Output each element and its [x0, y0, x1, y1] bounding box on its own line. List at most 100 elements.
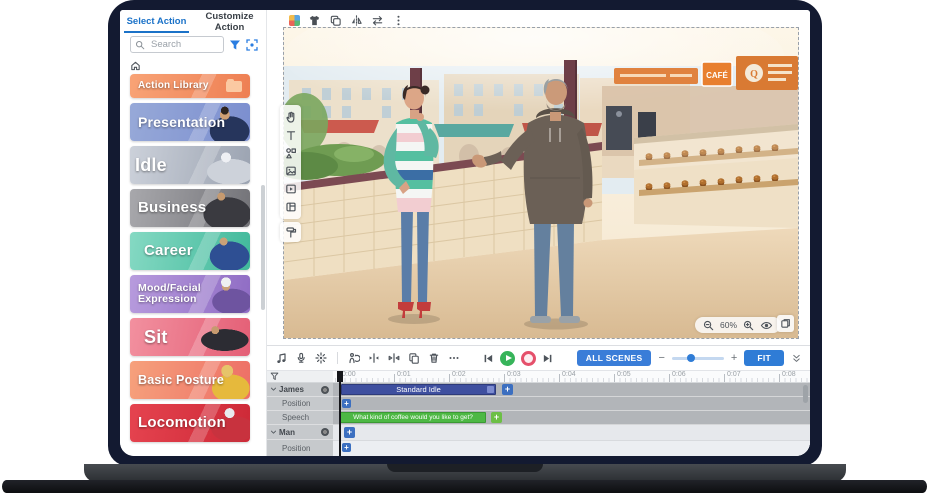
tab-select-action[interactable]: Select Action	[120, 10, 193, 33]
search-row	[120, 33, 266, 55]
track-filter-icon[interactable]	[270, 372, 279, 381]
skip-end-icon[interactable]	[542, 353, 553, 364]
playhead-handle[interactable]	[337, 371, 343, 382]
search-field[interactable]	[149, 38, 219, 51]
add-position-key-button[interactable]: +	[342, 399, 351, 408]
layout-panels-icon[interactable]	[777, 315, 794, 332]
paint-roller-icon[interactable]	[285, 226, 297, 238]
duplicate-icon[interactable]	[329, 14, 342, 27]
ruler-label: 0:03	[507, 371, 521, 378]
timeline-toolbar: ALL SCENES − + FIT	[267, 346, 810, 371]
ruler-label: 0:06	[672, 371, 686, 378]
add-position2-key-button[interactable]: +	[342, 443, 351, 452]
category-label: Action Library	[130, 81, 209, 91]
track-row-james[interactable]: James	[267, 383, 333, 397]
category-sit[interactable]: Sit	[130, 318, 250, 356]
timeline-zoom-out[interactable]: −	[658, 353, 664, 364]
category-presentation[interactable]: Presentation	[130, 103, 250, 141]
timeline-zoom-slider[interactable]	[672, 357, 724, 360]
slider-thumb[interactable]	[687, 354, 695, 362]
home-icon[interactable]	[130, 60, 141, 71]
category-mood-facial-expression[interactable]: Mood/Facial Expression	[130, 275, 250, 313]
outfit-shirt-icon[interactable]	[308, 14, 321, 27]
effect-sparkle-icon[interactable]	[315, 352, 327, 364]
trim-in-icon[interactable]	[368, 352, 380, 364]
clip-label: Standard Idle	[396, 385, 441, 394]
tab-customize-action[interactable]: Customize Action	[193, 10, 266, 33]
zoom-in-icon[interactable]	[743, 320, 754, 331]
timeline-body: James Position Speech Man	[267, 371, 810, 456]
category-idle[interactable]: Idle	[130, 146, 250, 184]
cafe-logo-letter: Q	[750, 69, 758, 80]
sidebar-scrollbar[interactable]	[261, 185, 265, 310]
search-icon	[135, 40, 145, 50]
skip-start-icon[interactable]	[483, 353, 494, 364]
more-horizontal-icon[interactable]	[448, 352, 460, 364]
category-career[interactable]: Career	[130, 232, 250, 270]
timeline-scrollbar[interactable]	[803, 385, 808, 403]
fit-view-icon[interactable]	[246, 39, 258, 51]
chevron-down-icon[interactable]	[270, 386, 277, 393]
add-action-clip-button[interactable]: +	[502, 384, 513, 395]
prop-panel-icon[interactable]	[285, 201, 297, 213]
delete-clip-icon[interactable]	[428, 352, 440, 364]
viewport-panel: CAFÉ Q	[267, 10, 810, 456]
search-input[interactable]	[130, 36, 224, 53]
fit-button[interactable]: FIT	[744, 350, 784, 366]
track-lanes[interactable]: 0:00 0:01 0:02 0:03 0:04 0:05 0:06 0:07 …	[333, 371, 810, 456]
scene-canvas[interactable]: CAFÉ Q	[283, 27, 799, 339]
timeline-ruler[interactable]: 0:00 0:01 0:02 0:03 0:04 0:05 0:06 0:07 …	[333, 371, 810, 383]
visibility-eye-icon[interactable]	[760, 320, 773, 331]
motion-reset-icon[interactable]	[348, 352, 360, 364]
home-row	[120, 55, 266, 76]
page: Select Action Customize Action	[0, 0, 929, 497]
objects-tool-icon[interactable]	[285, 147, 297, 159]
track-row-speech[interactable]: Speech	[267, 411, 333, 425]
track-row-man[interactable]: Man	[267, 425, 333, 440]
content-palette-icon[interactable]	[289, 15, 300, 26]
audio-track-icon[interactable]	[275, 352, 287, 364]
category-basic-posture[interactable]: Basic Posture	[130, 361, 250, 399]
category-label: Mood/Facial Expression	[130, 283, 200, 304]
timeline-zoom-in[interactable]: +	[731, 353, 737, 364]
track-row-position[interactable]: Position	[267, 397, 333, 411]
add-speech-clip-button[interactable]: +	[491, 412, 502, 423]
timeline: ALL SCENES − + FIT	[267, 345, 810, 456]
ruler-label: 0:00	[342, 371, 356, 378]
category-label: Locomotion	[130, 415, 226, 430]
all-scenes-button[interactable]: ALL SCENES	[577, 350, 652, 366]
play-button[interactable]	[500, 351, 515, 366]
video-tool-icon[interactable]	[285, 183, 297, 195]
paint-roller-panel	[280, 222, 301, 242]
record-button[interactable]	[521, 351, 536, 366]
filter-icon[interactable]	[229, 39, 241, 51]
pan-hand-icon[interactable]	[285, 111, 297, 123]
text-tool-icon[interactable]	[285, 129, 297, 141]
swap-arrows-icon[interactable]	[371, 14, 384, 27]
zoom-out-icon[interactable]	[703, 320, 714, 331]
image-tool-icon[interactable]	[285, 165, 297, 177]
track-name: Man	[279, 428, 295, 437]
microphone-icon[interactable]	[295, 352, 307, 364]
playhead[interactable]	[339, 371, 341, 456]
tab-customize-action-label: Customize Action	[193, 11, 266, 33]
collapse-chevrons-icon[interactable]	[791, 353, 802, 364]
category-locomotion[interactable]: Locomotion	[130, 404, 250, 442]
track-record-icon[interactable]	[321, 428, 329, 436]
category-action-library[interactable]: Action Library	[130, 74, 250, 98]
category-label: Sit	[130, 328, 168, 346]
add-man-clip-button[interactable]: +	[344, 427, 355, 438]
track-record-icon[interactable]	[321, 386, 329, 394]
clip-standard-idle[interactable]: Standard Idle	[341, 384, 496, 395]
laptop-screen: Select Action Customize Action	[108, 0, 822, 466]
clip-resize-handle[interactable]	[487, 386, 494, 393]
chevron-down-icon[interactable]	[270, 429, 277, 436]
track-row-position-2[interactable]: Position	[267, 440, 333, 456]
category-business[interactable]: Business	[130, 189, 250, 227]
trim-out-icon[interactable]	[388, 352, 400, 364]
more-vertical-icon[interactable]	[392, 14, 405, 27]
copy-clip-icon[interactable]	[408, 352, 420, 364]
flip-horizontal-icon[interactable]	[350, 14, 363, 27]
man-track-group-lane	[333, 425, 810, 441]
clip-speech[interactable]: What kind of coffee would you like to ge…	[340, 412, 486, 423]
